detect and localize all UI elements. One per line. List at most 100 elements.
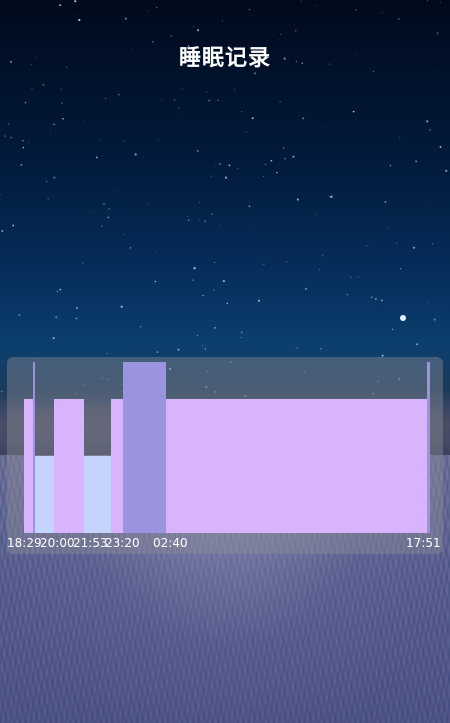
- star: [296, 198, 300, 201]
- x-tick-label: 23:20: [105, 536, 140, 550]
- star: [202, 294, 204, 297]
- star: [129, 247, 132, 249]
- star: [373, 239, 375, 241]
- star: [413, 246, 416, 249]
- star: [1, 230, 4, 232]
- star: [224, 176, 228, 179]
- star: [355, 9, 357, 11]
- star: [156, 6, 158, 8]
- star: [400, 268, 402, 270]
- star: [95, 156, 98, 159]
- star: [397, 18, 400, 20]
- star: [181, 88, 183, 90]
- star: [439, 145, 442, 148]
- star: [196, 29, 200, 32]
- star: [214, 327, 216, 329]
- star: [55, 316, 58, 319]
- star: [199, 202, 200, 203]
- star: [234, 89, 236, 90]
- star: [113, 189, 115, 191]
- sleep-segment-bar: [84, 456, 111, 533]
- star: [426, 0, 429, 2]
- star: [10, 136, 12, 139]
- star: [89, 210, 91, 212]
- star: [47, 197, 49, 200]
- star: [197, 150, 199, 152]
- sleep-segment-bar: [427, 362, 430, 533]
- star: [214, 165, 216, 167]
- star: [22, 140, 24, 142]
- star: [294, 2, 295, 4]
- star: [416, 343, 419, 346]
- x-tick-label: 17:51: [406, 536, 441, 550]
- star: [60, 88, 62, 91]
- star: [206, 91, 207, 93]
- star: [201, 344, 204, 347]
- star: [154, 251, 156, 253]
- star: [274, 153, 275, 155]
- star: [213, 261, 216, 264]
- star: [99, 139, 101, 141]
- star: [60, 102, 63, 105]
- star: [187, 219, 190, 222]
- star: [257, 299, 261, 302]
- star: [240, 331, 243, 334]
- star: [123, 140, 125, 142]
- star: [5, 97, 7, 99]
- star: [12, 224, 15, 227]
- star: [228, 164, 231, 167]
- star: [24, 101, 27, 104]
- sleep-segment-bar: [24, 399, 33, 533]
- star: [7, 123, 10, 125]
- star: [330, 195, 333, 198]
- star: [117, 93, 120, 96]
- star: [107, 216, 110, 219]
- star: [213, 289, 215, 291]
- star: [445, 169, 448, 173]
- star: [53, 123, 55, 125]
- star: [415, 160, 418, 163]
- star: [350, 276, 352, 278]
- star: [178, 113, 180, 114]
- star: [431, 205, 433, 207]
- star: [219, 163, 221, 165]
- star: [50, 130, 52, 132]
- star: [380, 299, 383, 302]
- star: [304, 287, 308, 291]
- star: [78, 18, 81, 22]
- star: [204, 220, 207, 223]
- x-tick-label: 21:53: [73, 536, 108, 550]
- star: [280, 33, 282, 36]
- sleep-chart: 18:2920:0021:5323:20 02:40 17:51: [7, 362, 441, 550]
- star: [237, 168, 239, 170]
- star: [120, 305, 123, 308]
- star: [270, 159, 273, 162]
- star: [395, 242, 397, 244]
- star: [389, 165, 392, 167]
- star: [18, 313, 21, 317]
- star: [399, 137, 401, 139]
- star: [204, 348, 207, 350]
- star: [322, 255, 324, 257]
- star: [295, 29, 297, 32]
- star: [193, 267, 196, 270]
- star: [139, 326, 142, 328]
- star: [170, 35, 172, 37]
- star: [220, 223, 222, 225]
- star: [284, 157, 287, 160]
- star: [59, 288, 62, 291]
- star: [82, 262, 84, 264]
- star: [161, 99, 163, 101]
- star: [157, 139, 159, 141]
- star: [20, 163, 23, 166]
- star: [217, 99, 219, 101]
- star: [302, 117, 305, 120]
- star: [148, 10, 150, 12]
- star: [134, 153, 137, 156]
- star: [22, 146, 25, 149]
- star: [387, 227, 389, 229]
- star: [279, 101, 281, 103]
- star: [391, 328, 394, 331]
- star: [263, 263, 265, 266]
- sleep-segment-bar: [123, 362, 166, 533]
